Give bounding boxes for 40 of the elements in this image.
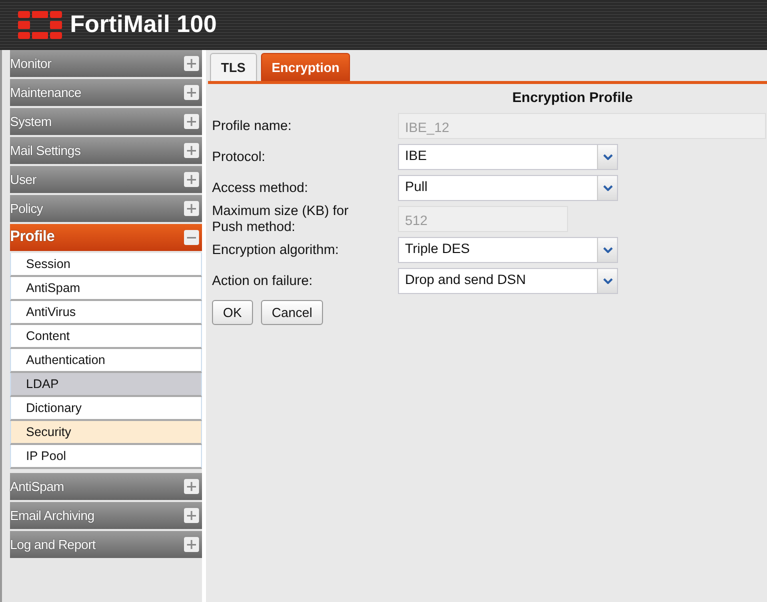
field-label: Profile name: (212, 118, 293, 134)
form-title: Encryption Profile (511, 88, 634, 107)
caret-icon (602, 246, 612, 253)
menu-item[interactable]: Dictionary (10, 397, 202, 421)
menu-section[interactable]: Policy (10, 195, 202, 222)
menu-item[interactable]: Session (10, 253, 202, 277)
caret-icon (602, 184, 612, 190)
menu-section[interactable]: System (10, 108, 202, 135)
tab[interactable]: Encryption (260, 53, 350, 81)
menu-section[interactable]: AntiSpam (10, 473, 202, 500)
menu-item[interactable]: Security (10, 421, 202, 445)
menu-section[interactable]: Maintenance (10, 79, 202, 106)
dropdown[interactable]: IBE (398, 144, 618, 170)
field-label: Access method: (212, 180, 310, 196)
tab[interactable]: TLS (210, 53, 257, 81)
field-label: Protocol: (212, 148, 266, 164)
caret-icon (602, 278, 612, 284)
menu-section[interactable]: Email Archiving (10, 502, 202, 529)
menu-item[interactable]: Authentication (10, 349, 202, 373)
logo-icon (18, 11, 62, 39)
menu-item[interactable]: IP Pool (10, 445, 202, 469)
menu-section[interactable]: User (10, 166, 202, 193)
menu-item[interactable]: AntiVirus (10, 301, 202, 325)
field-label: Maximum size (KB) for Push method: (212, 203, 350, 234)
menu-section[interactable]: Monitor (10, 50, 202, 77)
dropdown[interactable]: Triple DES (398, 236, 618, 263)
form-button[interactable]: Cancel (260, 300, 324, 326)
field-label: Encryption algorithm: (212, 242, 340, 258)
caret-icon (602, 154, 612, 160)
dropdown[interactable]: Drop and send DSN (398, 268, 618, 294)
menu-section[interactable]: Profile (10, 224, 202, 251)
menu-item[interactable]: LDAP (10, 373, 202, 397)
dropdown[interactable]: Pull (398, 174, 618, 200)
menu-item[interactable]: AntiSpam (10, 277, 202, 301)
form-button[interactable]: OK (212, 300, 253, 326)
menu-section[interactable]: Mail Settings (10, 137, 202, 164)
app-title: FortiMail 100 (70, 10, 217, 40)
menu-section[interactable]: Log and Report (10, 531, 202, 558)
menu-item[interactable]: Content (10, 325, 202, 349)
field-label: Action on failure: (212, 272, 314, 288)
